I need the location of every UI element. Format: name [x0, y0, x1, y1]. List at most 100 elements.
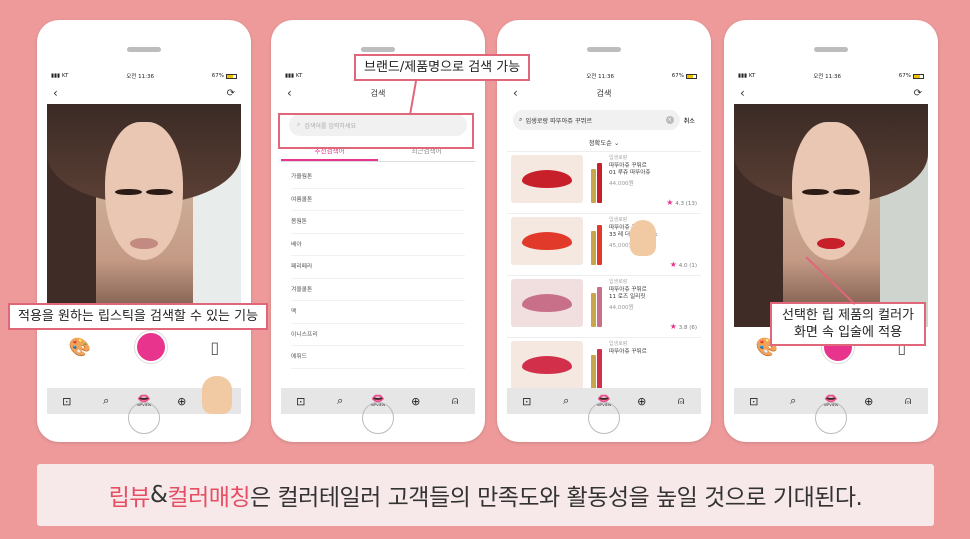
signal-icon: ▮▮▮ — [51, 73, 61, 79]
clear-icon[interactable]: × — [665, 116, 674, 124]
lip-swatch-image — [511, 217, 583, 265]
back-icon[interactable]: ‹ — [287, 86, 292, 100]
search-highlight-box — [278, 113, 474, 149]
product-info: 입생로랑 따뚜아쥬 꾸뛰르 01 루쥬 따뚜아쥬 44,000원 ★ 4.3 (13) — [609, 155, 697, 210]
profile-tab-icon[interactable]: ⍝ — [672, 394, 690, 408]
home-button[interactable] — [588, 402, 620, 434]
tube-gold — [590, 169, 596, 203]
profile-tab-icon[interactable]: ⍝ — [446, 394, 464, 408]
lip-shape — [522, 356, 572, 374]
keyword-item[interactable]: 에뛰드 — [291, 346, 465, 369]
keyword-item[interactable]: 베아 — [291, 234, 465, 256]
product-brand: 입생로랑 — [609, 341, 628, 347]
caption-ripview: 립뷰 — [108, 485, 151, 511]
keyword-item[interactable]: 봄웜톤 — [291, 211, 465, 234]
rating-value: 4.0 — [678, 262, 688, 269]
signal-icon: ▮▮▮ — [738, 73, 748, 79]
callout-color-apply: 선택한 립 제품의 컬러가 화면 속 입술에 적용 — [770, 302, 926, 346]
lip-swatch-image — [511, 341, 583, 389]
speaker — [127, 47, 161, 52]
lipstick-tube-icon — [586, 341, 606, 389]
status-time: 오전 11:36 — [586, 74, 614, 80]
callout-search-feature: 적용을 원하는 립스틱을 검색할 수 있는 기능 — [8, 303, 269, 330]
home-button[interactable] — [815, 402, 847, 434]
tube-gold — [590, 355, 596, 389]
search-icon: ⌕ — [519, 116, 523, 123]
results-search: ⌕ 입생로랑 따뚜아쥬 꾸뛰르 × 취소 — [513, 110, 695, 130]
caption-text: 은 컬러테일러 고객들의 만족도와 활동성을 높일 것으로 기대된다. — [250, 485, 863, 511]
sort-label: 정확도순 — [588, 140, 612, 147]
camera-tab-icon[interactable]: ⊡ — [292, 395, 310, 408]
back-icon[interactable]: ‹ — [53, 86, 58, 100]
add-tab-icon[interactable]: ⊕ — [173, 395, 191, 408]
search-tab-icon[interactable]: ⌕ — [331, 394, 349, 408]
keyword-list: 가을웜톤 여름쿨톤 봄웜톤 베아 페리페라 겨울쿨톤 맥 이니스프리 에뛰드 — [281, 162, 475, 373]
lipstick-tube-icon — [586, 217, 606, 265]
tube-gold — [590, 293, 596, 327]
tube-color — [596, 349, 602, 389]
product-brand: 입생로랑 — [609, 155, 628, 161]
callout-text: 브랜드/제품명으로 검색 가능 — [364, 60, 521, 75]
tube-color — [596, 287, 602, 327]
home-button[interactable] — [128, 402, 160, 434]
add-tab-icon[interactable]: ⊕ — [860, 395, 878, 408]
lipstick-search-icon[interactable]: ▯ — [210, 338, 219, 357]
callout-text-line1: 선택한 립 제품의 컬러가 — [782, 308, 914, 323]
results-navbar: ‹ 검색 — [507, 82, 701, 104]
product-name: 따뚜아쥬 꾸뛰르 — [609, 286, 647, 293]
product-row[interactable]: 입생로랑따뚜아쥬 꾸뛰르33 레 더 스캔들러스45,000원★ 4.0 (1) — [507, 214, 701, 276]
search-tab-icon[interactable]: ⌕ — [784, 394, 802, 408]
sort-dropdown[interactable]: 정확도순 ⌄ — [507, 136, 701, 152]
status-time: 오전 11:36 — [813, 74, 841, 80]
product-shade: 11 로즈 일리짓 — [609, 294, 646, 300]
camera-preview — [734, 104, 928, 327]
keyword-item[interactable]: 이니스프리 — [291, 324, 465, 346]
refresh-icon[interactable]: ⟳ — [914, 88, 922, 99]
home-button[interactable] — [362, 402, 394, 434]
search-tab-icon[interactable]: ⌕ — [557, 394, 575, 408]
battery-percent: 67% — [211, 73, 224, 79]
add-tab-icon[interactable]: ⊕ — [633, 395, 651, 408]
camera-tab-icon[interactable]: ⊡ — [745, 395, 763, 408]
shutter-button[interactable] — [134, 331, 167, 363]
product-row[interactable]: 입생로랑 따뚜아쥬 꾸뛰르 11 로즈 일리짓 44,000원 ★ 3.8 (6) — [507, 276, 701, 338]
product-row[interactable]: 입생로랑 따뚜아쥬 꾸뛰르 01 루쥬 따뚜아쥬 44,000원 ★ 4.3 (13) — [507, 152, 701, 214]
results-screen: ▮▮▮ KT 오전 11:36 67% ‹ 검색 ⌕ 입생로랑 따뚜아쥬 꾸뛰르… — [507, 70, 701, 414]
phone-search: ▮▮▮ KT 오전 11:36 67% ‹ 검색 ⌕ 검색어를 입력하세요 추천… — [271, 20, 485, 442]
speaker — [361, 47, 395, 52]
chevron-down-icon: ⌄ — [613, 140, 620, 147]
status-bar: ▮▮▮ KT 오전 11:36 67% — [734, 70, 928, 82]
add-tab-icon[interactable]: ⊕ — [407, 395, 425, 408]
signal-icon: ▮▮▮ — [285, 73, 295, 79]
lip-swatch-image — [511, 155, 583, 203]
profile-tab-icon[interactable]: ⍝ — [899, 394, 917, 408]
page-title: 검색 — [370, 88, 386, 98]
keyword-item[interactable]: 페리페라 — [291, 256, 465, 279]
refresh-icon[interactable]: ⟳ — [227, 88, 235, 99]
keyword-item[interactable]: 맥 — [291, 301, 465, 324]
camera-navbar: ‹ ⟳ — [47, 82, 241, 104]
product-price: 44,000원 — [609, 304, 634, 311]
carrier: KT — [61, 73, 69, 79]
camera-tab-icon[interactable]: ⊡ — [58, 395, 76, 408]
tap-hand-icon — [630, 220, 656, 256]
carrier: KT — [295, 73, 303, 79]
applied-screen: ▮▮▮ KT 오전 11:36 67% ‹ ⟳ 🎨 ▯ ⊡ ⌕ 👄 RIPVIEW… — [734, 70, 928, 414]
palette-icon[interactable]: 🎨 — [69, 337, 91, 358]
camera-tab-icon[interactable]: ⊡ — [518, 395, 536, 408]
speaker — [814, 47, 848, 52]
keyword-item[interactable]: 가을웜톤 — [291, 166, 465, 189]
back-icon[interactable]: ‹ — [740, 86, 745, 100]
search-tab-icon[interactable]: ⌕ — [97, 394, 115, 408]
product-rating: ★ 3.8 (6) — [670, 322, 697, 333]
caption-amp: & — [149, 482, 168, 508]
rating-value: 3.8 — [678, 324, 688, 331]
search-input[interactable]: ⌕ 입생로랑 따뚜아쥬 꾸뛰르 × — [513, 110, 680, 130]
lipstick-tube-icon — [586, 155, 606, 203]
applied-navbar: ‹ ⟳ — [734, 82, 928, 104]
keyword-item[interactable]: 여름쿨톤 — [291, 189, 465, 211]
cancel-button[interactable]: 취소 — [684, 116, 695, 125]
tap-hand-icon — [202, 376, 232, 414]
back-icon[interactable]: ‹ — [513, 86, 518, 100]
keyword-item[interactable]: 겨울쿨톤 — [291, 279, 465, 301]
